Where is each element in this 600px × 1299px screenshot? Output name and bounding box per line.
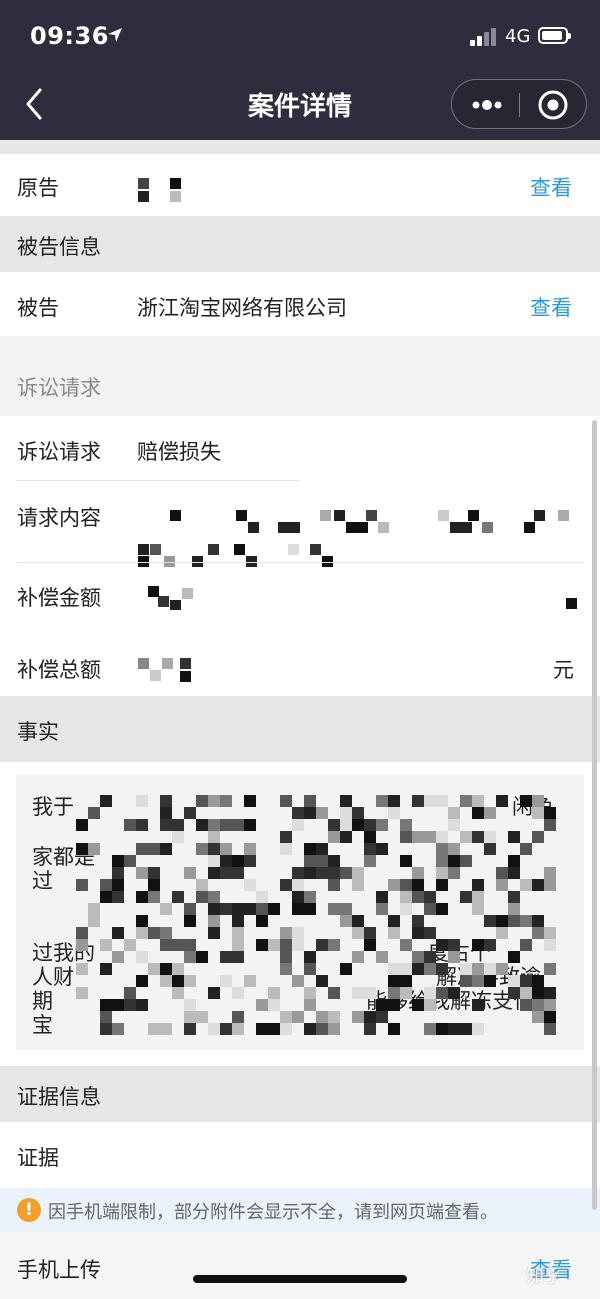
divider (17, 562, 584, 563)
redacted-facts-text (76, 795, 566, 1035)
compensation-label: 补偿金额 (17, 586, 101, 610)
redacted-total-amount (138, 658, 198, 684)
view-plaintiff-link[interactable]: 查看 (530, 172, 572, 202)
redacted-claim-content (138, 510, 578, 567)
more-dots-icon[interactable] (464, 95, 510, 115)
plaintiff-label: 原告 (17, 176, 59, 200)
signal-icon (470, 28, 498, 46)
warning-icon: ! (17, 1198, 41, 1222)
claims-section-header: 诉讼请求 (0, 336, 600, 416)
defendant-section-header: 被告信息 (0, 216, 600, 272)
evidence-row: 证据 (0, 1122, 600, 1188)
capsule-divider (519, 93, 520, 117)
defendant-section-title: 被告信息 (17, 235, 101, 259)
total-compensation-label: 补偿总额 (17, 658, 101, 682)
fact-line: 我于 (32, 795, 74, 819)
facts-section-header: 事实 (0, 696, 600, 762)
defendant-row: 被告 浙江淘宝网络有限公司 查看 (0, 272, 600, 336)
claim-type-label: 诉讼请求 (17, 440, 101, 464)
scrollbar[interactable] (592, 420, 597, 1210)
total-compensation-row: 补偿总额 元 (0, 632, 600, 696)
redacted-plaintiff-name (138, 178, 188, 204)
notice-text: 因手机端限制，部分附件会显示不全，请到网页端查看。 (48, 1202, 498, 1223)
view-defendant-link[interactable]: 查看 (530, 292, 572, 322)
facts-section-title: 事实 (17, 720, 59, 744)
mobile-upload-row: 手机上传 查看 (0, 1232, 600, 1299)
battery-icon (538, 27, 571, 44)
plaintiff-row: 原告 查看 (0, 154, 600, 216)
evidence-label: 证据 (17, 1146, 59, 1170)
status-bar: 09:36 4G (0, 0, 600, 70)
total-unit: 元 (553, 658, 574, 682)
home-indicator[interactable] (193, 1275, 407, 1283)
attachment-notice: ! 因手机端限制，部分附件会显示不全，请到网页端查看。 (0, 1188, 600, 1232)
defendant-label: 被告 (17, 296, 59, 320)
watermark-text: 知乎 (526, 1266, 562, 1287)
evidence-section-title: 证据信息 (17, 1085, 101, 1109)
network-type: 4G (505, 26, 531, 47)
claim-type-value: 赔偿损失 (137, 440, 221, 464)
nav-bar: 案件详情 (0, 70, 600, 140)
close-miniprogram-icon[interactable] (536, 88, 570, 122)
top-gap (0, 140, 600, 154)
defendant-value: 浙江淘宝网络有限公司 (137, 296, 347, 320)
claim-content-label: 请求内容 (17, 506, 101, 530)
redacted-compensation-amount (138, 586, 578, 610)
status-time: 09:36 (30, 22, 109, 50)
facts-text-box: 我于 闲鱼 家都是 过 过我的 度占个 人财 解冻导致逾 期 能够给我解冻支付 … (16, 775, 584, 1050)
claims-section-title: 诉讼请求 (17, 376, 101, 400)
mobile-upload-label: 手机上传 (17, 1258, 101, 1282)
claims-card: 诉讼请求 赔偿损失 请求内容 补偿金额 (0, 416, 600, 632)
fact-line: 过 (32, 869, 53, 893)
miniprogram-capsule (451, 79, 587, 129)
location-arrow-icon (108, 28, 122, 42)
divider (17, 480, 300, 481)
fact-line: 宝 (32, 1013, 53, 1037)
evidence-section-header: 证据信息 (0, 1066, 600, 1122)
